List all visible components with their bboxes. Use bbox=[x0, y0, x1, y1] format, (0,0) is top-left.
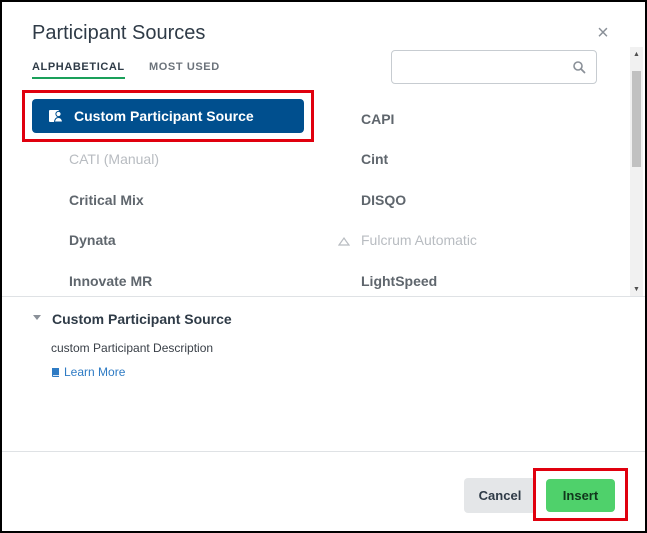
search-input[interactable] bbox=[391, 50, 597, 84]
learn-more-label: Learn More bbox=[64, 365, 126, 379]
source-item-disqo[interactable]: DISQO bbox=[361, 192, 406, 208]
source-list: Custom Participant Source CAPI CATI (Man… bbox=[2, 90, 630, 298]
source-item-lightspeed[interactable]: LightSpeed bbox=[361, 273, 437, 289]
participant-icon bbox=[49, 110, 64, 123]
scroll-thumb[interactable] bbox=[632, 71, 641, 167]
source-item-fulcrum-automatic: Fulcrum Automatic bbox=[361, 232, 477, 248]
learn-more-link[interactable]: Learn More bbox=[51, 365, 125, 379]
book-icon bbox=[52, 367, 59, 377]
tab-most-used[interactable]: MOST USED bbox=[149, 61, 220, 77]
scroll-down-icon[interactable]: ▼ bbox=[633, 286, 640, 293]
fulcrum-icon bbox=[338, 236, 350, 246]
detail-description: custom Participant Description bbox=[51, 341, 214, 355]
selection-highlight: Custom Participant Source bbox=[22, 90, 314, 142]
source-item-custom-participant-source[interactable]: Custom Participant Source bbox=[32, 99, 304, 133]
scroll-up-icon[interactable]: ▲ bbox=[633, 51, 640, 58]
source-item-dynata[interactable]: Dynata bbox=[69, 232, 116, 248]
participant-sources-dialog: Participant Sources × ALPHABETICAL MOST … bbox=[0, 0, 647, 533]
source-item-critical-mix[interactable]: Critical Mix bbox=[69, 192, 144, 208]
source-item-innovate-mr[interactable]: Innovate MR bbox=[69, 273, 152, 289]
footer-divider bbox=[2, 451, 645, 452]
cancel-button[interactable]: Cancel bbox=[464, 478, 536, 513]
list-scrollbar[interactable]: ▲ ▼ bbox=[630, 47, 643, 297]
caret-down-icon[interactable] bbox=[33, 315, 41, 320]
tab-alphabetical[interactable]: ALPHABETICAL bbox=[32, 61, 125, 79]
insert-button[interactable]: Insert bbox=[546, 479, 615, 512]
selected-source-label: Custom Participant Source bbox=[74, 108, 254, 124]
close-icon[interactable]: × bbox=[594, 23, 612, 43]
source-item-cint[interactable]: Cint bbox=[361, 151, 388, 167]
source-item-capi[interactable]: CAPI bbox=[361, 111, 394, 127]
dialog-title: Participant Sources bbox=[32, 22, 206, 44]
search-icon bbox=[573, 61, 586, 74]
insert-highlight: Insert bbox=[533, 468, 628, 521]
detail-title: Custom Participant Source bbox=[52, 311, 232, 327]
list-divider bbox=[2, 296, 645, 297]
source-item-cati-manual: CATI (Manual) bbox=[69, 151, 159, 167]
